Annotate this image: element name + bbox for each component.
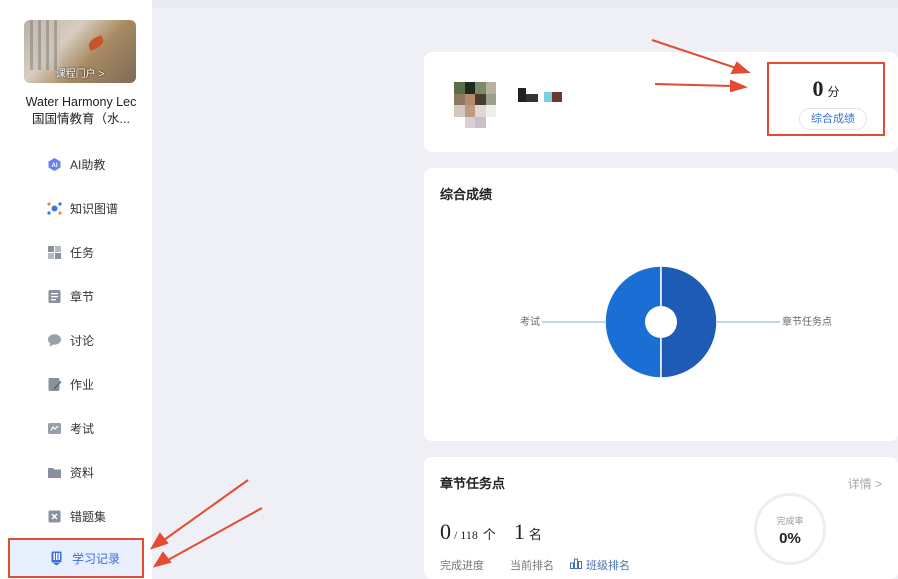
ai-assistant-icon: AI bbox=[47, 157, 62, 172]
svg-text:AI: AI bbox=[52, 163, 58, 169]
sidebar-item-label: 考试 bbox=[70, 421, 95, 436]
course-title-line1: Water Harmony Lec bbox=[25, 95, 137, 109]
sidebar-item-chapter[interactable]: 章节 bbox=[0, 276, 152, 316]
sidebar-item-materials[interactable]: 资料 bbox=[0, 452, 152, 492]
total-score-unit: 分 bbox=[827, 85, 840, 99]
rank-label: 当前排名 bbox=[510, 560, 554, 572]
sidebar: 课程门户 > Water Harmony Lec 国国情教育（水... AI A… bbox=[0, 0, 152, 579]
sidebar-item-homework[interactable]: 作业 bbox=[0, 364, 152, 404]
annotation-arrow-4 bbox=[167, 507, 263, 561]
task-labels-row: 完成进度 当前排名 班级排名 bbox=[440, 557, 630, 573]
task-grid-icon bbox=[47, 245, 62, 260]
folder-icon bbox=[47, 465, 62, 480]
count-unit: 个 bbox=[482, 527, 496, 542]
class-rank-label: 班级排名 bbox=[586, 560, 630, 572]
avatar bbox=[454, 82, 496, 128]
slice-label-exam: 考试 bbox=[520, 315, 540, 328]
sidebar-item-label: 讨论 bbox=[70, 333, 95, 348]
completion-rate-label: 完成率 bbox=[776, 516, 804, 526]
chapter-tasks-card: 章节任务点 详情 > 0 / 118 个 1 名 完成进度 当前排名 班级排名 … bbox=[424, 457, 898, 579]
slice-label-chapter: 章节任务点 bbox=[782, 315, 832, 328]
total-score: 0分 bbox=[769, 76, 883, 102]
wrong-questions-icon bbox=[47, 509, 62, 524]
homework-icon bbox=[47, 377, 62, 392]
sidebar-item-label: 作业 bbox=[70, 377, 95, 392]
discussion-icon bbox=[47, 333, 62, 348]
sidebar-item-label: AI助教 bbox=[70, 157, 106, 172]
sidebar-item-label: 错题集 bbox=[70, 509, 107, 524]
overall-grade-button[interactable]: 综合成绩 bbox=[799, 108, 867, 130]
sidebar-item-discussion[interactable]: 讨论 bbox=[0, 320, 152, 360]
completed-count: 0 bbox=[440, 519, 451, 544]
chapter-icon bbox=[47, 289, 62, 304]
course-title-line2: 国国情教育（水... bbox=[32, 112, 130, 126]
total-score-box: 0分 综合成绩 bbox=[767, 62, 885, 136]
user-name-redacted bbox=[518, 88, 562, 102]
sidebar-item-label: 章节 bbox=[70, 289, 95, 304]
annotation-arrow-3 bbox=[163, 479, 249, 541]
bar-chart-icon bbox=[570, 558, 582, 572]
sidebar-item-knowledge-graph[interactable]: 知识图谱 bbox=[0, 188, 152, 228]
exam-icon bbox=[47, 421, 62, 436]
sidebar-item-label: 任务 bbox=[70, 245, 95, 260]
profile-card: 0分 综合成绩 bbox=[424, 52, 898, 152]
sidebar-item-label: 学习记录 bbox=[72, 551, 121, 566]
task-count-row: 0 / 118 个 1 名 bbox=[440, 519, 542, 545]
sidebar-item-label: 资料 bbox=[70, 465, 95, 480]
annotation-arrowhead-4 bbox=[152, 551, 172, 568]
completion-rate-value: 0% bbox=[779, 530, 801, 547]
sidebar-item-wrong-questions[interactable]: 错题集 bbox=[0, 496, 152, 536]
score-donut-chart: 考试 章节任务点 bbox=[520, 265, 832, 379]
score-chart-card: 综合成绩 考试 章节任务点 bbox=[424, 168, 898, 441]
progress-label: 完成进度 bbox=[440, 560, 484, 572]
completion-rate-circle: 完成率 0% bbox=[754, 493, 826, 565]
sidebar-item-label: 知识图谱 bbox=[70, 201, 119, 216]
sidebar-item-task[interactable]: 任务 bbox=[0, 232, 152, 272]
course-title: Water Harmony Lec 国国情教育（水... bbox=[20, 94, 142, 128]
sidebar-item-exam[interactable]: 考试 bbox=[0, 408, 152, 448]
donut-hole bbox=[645, 306, 677, 338]
total-count: / 118 bbox=[454, 528, 478, 542]
details-link[interactable]: 详情 > bbox=[848, 475, 882, 492]
sidebar-item-ai-assistant[interactable]: AI AI助教 bbox=[0, 144, 152, 184]
rank-unit: 名 bbox=[528, 527, 542, 542]
cover-pillars bbox=[30, 20, 60, 70]
current-rank: 1 bbox=[513, 519, 525, 544]
course-cover[interactable]: 课程门户 > bbox=[24, 20, 136, 83]
class-rank-link[interactable]: 班级排名 bbox=[570, 557, 630, 573]
chapter-tasks-title: 章节任务点 bbox=[440, 476, 506, 491]
cover-leaf bbox=[86, 35, 106, 51]
course-portal-link[interactable]: 课程门户 > bbox=[24, 65, 136, 80]
sidebar-item-study-record[interactable]: 学习记录 bbox=[8, 538, 144, 578]
knowledge-graph-icon bbox=[47, 201, 62, 216]
annotation-arrowhead-3 bbox=[149, 532, 169, 550]
study-record-icon bbox=[49, 551, 64, 566]
total-score-value: 0 bbox=[812, 76, 824, 101]
